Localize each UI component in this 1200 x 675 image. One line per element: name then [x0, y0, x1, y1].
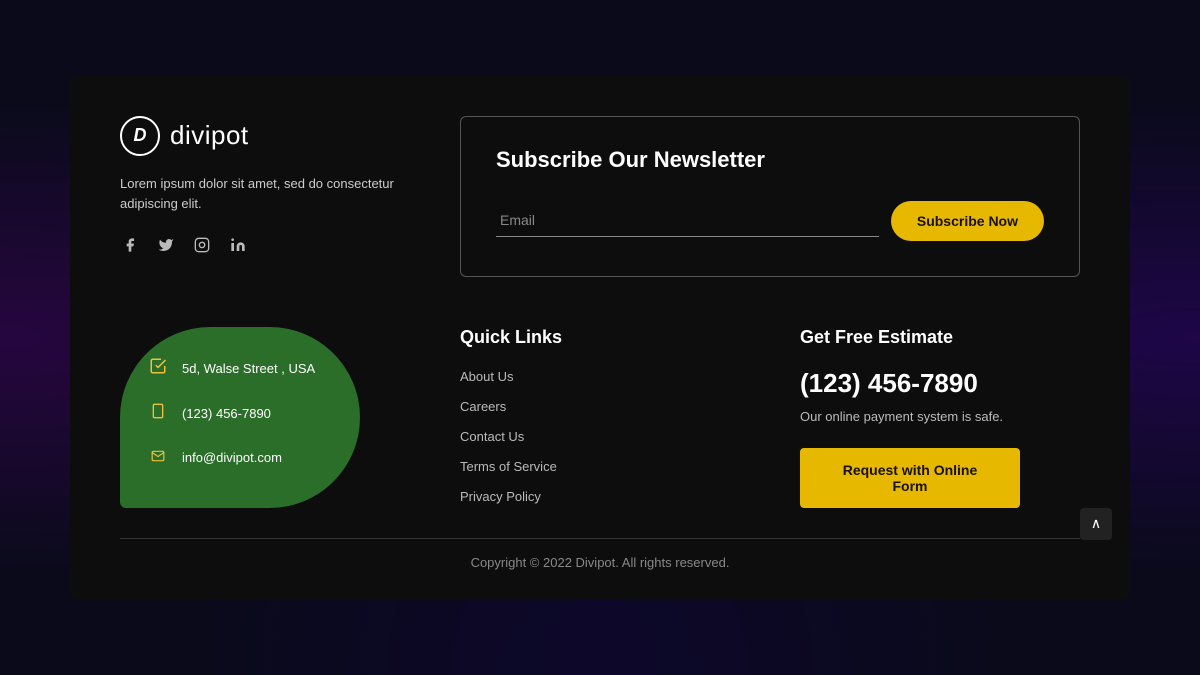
email-icon [148, 447, 168, 468]
chevron-up-icon: ∧ [1091, 515, 1101, 532]
quick-links-title: Quick Links [460, 327, 740, 348]
address-item: 5d, Walse Street , USA [148, 357, 332, 380]
brand-column: D divipot Lorem ipsum dolor sit amet, se… [120, 116, 400, 277]
list-item: Contact Us [460, 428, 740, 446]
logo-letter: D [134, 125, 147, 146]
logo-name: divipot [170, 120, 249, 151]
estimate-title: Get Free Estimate [800, 327, 1080, 348]
estimate-column: Get Free Estimate (123) 456-7890 Our onl… [780, 327, 1080, 508]
estimate-phone: (123) 456-7890 [800, 368, 1080, 399]
map-icon [148, 357, 168, 380]
careers-link[interactable]: Careers [460, 399, 506, 414]
social-icons [120, 235, 400, 255]
subscribe-button[interactable]: Subscribe Now [891, 201, 1044, 241]
copyright: Copyright © 2022 Divipot. All rights res… [120, 555, 1080, 580]
privacy-link[interactable]: Privacy Policy [460, 489, 541, 504]
contact-phone-text: (123) 456-7890 [182, 406, 271, 421]
newsletter-title: Subscribe Our Newsletter [496, 147, 1044, 173]
newsletter-box: Subscribe Our Newsletter Subscribe Now [460, 116, 1080, 277]
top-section: D divipot Lorem ipsum dolor sit amet, se… [120, 116, 1080, 277]
phone-item: (123) 456-7890 [148, 402, 332, 425]
address-text: 5d, Walse Street , USA [182, 361, 315, 376]
terms-link[interactable]: Terms of Service [460, 459, 557, 474]
email-item: info@divipot.com [148, 447, 332, 468]
estimate-description: Our online payment system is safe. [800, 409, 1080, 424]
list-item: Careers [460, 398, 740, 416]
list-item: About Us [460, 368, 740, 386]
logo-row: D divipot [120, 116, 400, 156]
linkedin-icon[interactable] [228, 235, 248, 255]
scroll-top-button[interactable]: ∧ [1080, 508, 1112, 540]
facebook-icon[interactable] [120, 235, 140, 255]
list-item: Terms of Service [460, 458, 740, 476]
quick-links-list: About Us Careers Contact Us Terms of Ser… [460, 368, 740, 506]
contact-card: 5d, Walse Street , USA (123) 456-7890 [120, 327, 360, 508]
twitter-icon[interactable] [156, 235, 176, 255]
request-button[interactable]: Request with Online Form [800, 448, 1020, 508]
about-us-link[interactable]: About Us [460, 369, 513, 384]
contact-email-text: info@divipot.com [182, 450, 282, 465]
phone-icon [148, 402, 168, 425]
bottom-section: 5d, Walse Street , USA (123) 456-7890 [120, 327, 1080, 508]
brand-description: Lorem ipsum dolor sit amet, sed do conse… [120, 174, 400, 216]
newsletter-form: Subscribe Now [496, 201, 1044, 241]
quick-links-column: Quick Links About Us Careers Contact Us … [400, 327, 740, 508]
newsletter-column: Subscribe Our Newsletter Subscribe Now [460, 116, 1080, 277]
contact-us-link[interactable]: Contact Us [460, 429, 524, 444]
instagram-icon[interactable] [192, 235, 212, 255]
divider [120, 538, 1080, 539]
main-container: D divipot Lorem ipsum dolor sit amet, se… [70, 76, 1130, 600]
logo-icon: D [120, 116, 160, 156]
email-input[interactable] [496, 204, 879, 237]
list-item: Privacy Policy [460, 488, 740, 506]
